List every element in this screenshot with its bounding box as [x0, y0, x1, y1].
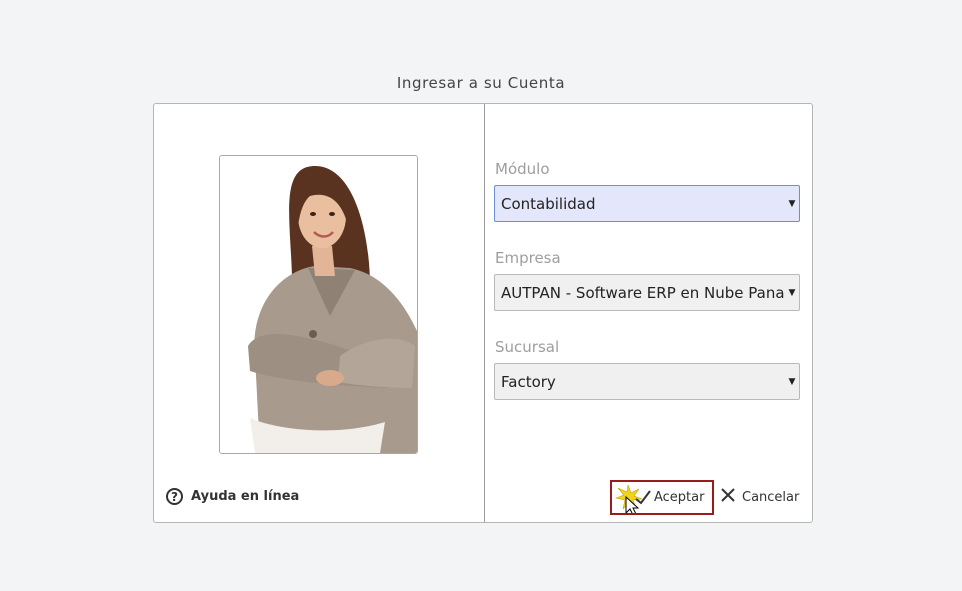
checkmark-icon: [614, 483, 654, 516]
empresa-value: AUTPAN - Software ERP en Nube Panamá: [501, 283, 785, 302]
modulo-select[interactable]: Contabilidad ▼: [494, 185, 800, 222]
modulo-label: Módulo: [495, 160, 550, 178]
person-illustration: [220, 156, 417, 453]
empresa-label: Empresa: [495, 249, 561, 267]
accept-label: Aceptar: [654, 490, 705, 505]
question-circle-icon: ?: [166, 488, 183, 505]
login-dialog: ? Ayuda en línea Módulo Contabilidad ▼ E…: [153, 103, 813, 523]
sucursal-select[interactable]: Factory ▼: [494, 363, 800, 400]
triangle-down-icon: ▼: [788, 287, 796, 298]
user-photo: [219, 155, 418, 454]
triangle-down-icon: ▼: [788, 376, 796, 387]
triangle-down-icon: ▼: [788, 198, 796, 209]
accept-button[interactable]: Aceptar: [610, 480, 714, 516]
dialog-title: Ingresar a su Cuenta: [396, 74, 566, 92]
cancel-button[interactable]: Cancelar: [720, 486, 799, 508]
sucursal-label: Sucursal: [495, 338, 560, 356]
cancel-label: Cancelar: [742, 489, 800, 505]
panel-divider: [484, 104, 485, 522]
help-online-link[interactable]: ? Ayuda en línea: [166, 488, 299, 505]
sucursal-value: Factory: [501, 372, 556, 391]
help-label: Ayuda en línea: [191, 489, 300, 504]
empresa-select[interactable]: AUTPAN - Software ERP en Nube Panamá ▼: [494, 274, 800, 311]
close-icon: [720, 487, 736, 507]
modulo-value: Contabilidad: [501, 194, 596, 213]
